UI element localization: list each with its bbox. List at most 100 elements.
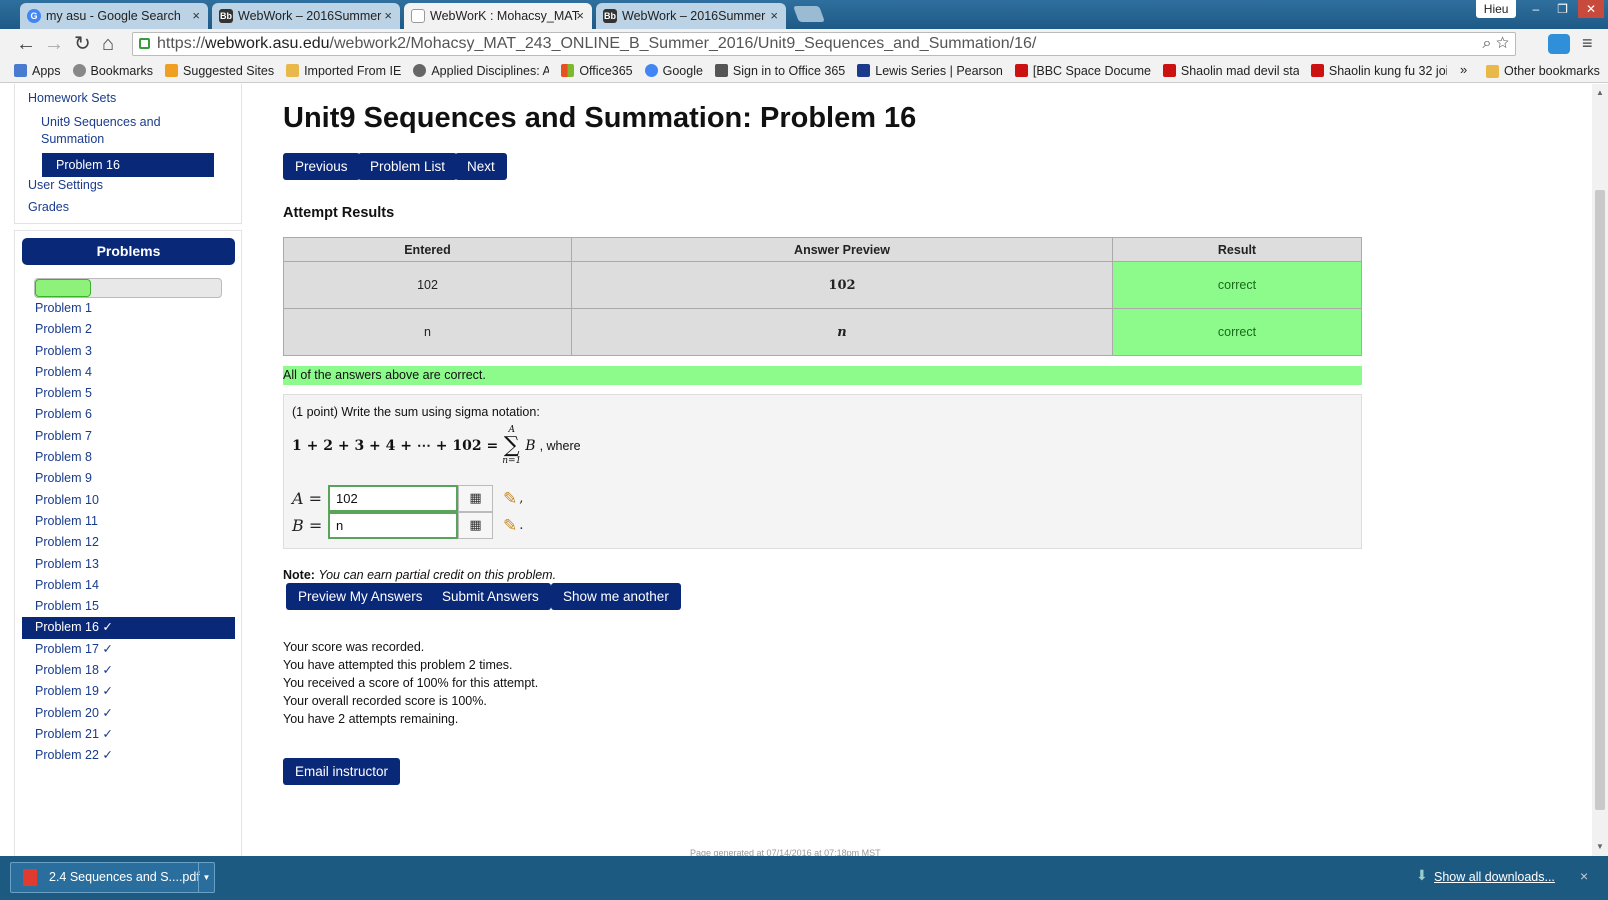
sidebar-item-problem[interactable]: Problem 19 ✓ xyxy=(22,681,235,702)
browser-tab-webwork-active[interactable]: WebWorK : Mohacsy_MAT × xyxy=(404,3,592,29)
sidebar-item-problem[interactable]: Problem 17 ✓ xyxy=(22,639,235,660)
submit-answers-button[interactable]: Submit Answers xyxy=(430,583,551,610)
status-line: Your score was recorded. xyxy=(283,640,425,654)
browser-tab-webwork-1[interactable]: Bb WebWork – 2016Summer × xyxy=(212,3,400,29)
bookmark-imported-from-ie[interactable]: Imported From IE xyxy=(286,64,401,78)
bookmarks-overflow-chevron-icon[interactable]: » xyxy=(1460,62,1467,77)
bookmark-star-icon[interactable]: ☆ xyxy=(1496,35,1509,52)
problem-list-button[interactable]: Problem List xyxy=(358,153,458,180)
preview-cell: 102 xyxy=(571,261,1113,309)
progress-bar xyxy=(34,278,222,298)
sidebar-item-problem[interactable]: Problem 18 ✓ xyxy=(22,660,235,681)
sidebar-item-problem[interactable]: Problem 12 xyxy=(22,532,235,553)
sidebar-item-problem[interactable]: Problem 20 ✓ xyxy=(22,703,235,724)
scroll-down-icon[interactable]: ▼ xyxy=(1596,842,1604,851)
sidebar-item-problem[interactable]: Problem 11 xyxy=(22,511,235,532)
entered-cell: 102 xyxy=(283,261,572,309)
tab-title: WebWork – 2016Summer xyxy=(238,9,382,23)
homework-set-link[interactable]: Unit9 Sequences and Summation xyxy=(41,114,201,148)
bookmark-pearson[interactable]: Lewis Series | Pearson xyxy=(857,64,1003,78)
answer-label: B = xyxy=(292,516,323,535)
close-icon[interactable]: × xyxy=(1580,868,1588,884)
bookmark-apps[interactable]: Apps xyxy=(14,64,61,78)
sidebar-item-problem[interactable]: Problem 16 ✓ xyxy=(22,617,235,639)
bookmark-office365[interactable]: Office365 xyxy=(561,64,633,78)
restore-button[interactable]: ❐ xyxy=(1549,0,1576,18)
column-header: Entered xyxy=(283,237,572,262)
sidebar-item-problem[interactable]: Problem 9 xyxy=(22,468,235,489)
page-scrollbar[interactable]: ▲ ▼ xyxy=(1592,84,1608,856)
sidebar-item-problem[interactable]: Problem 8 xyxy=(22,447,235,468)
sidebar-item-problem[interactable]: Problem 15 xyxy=(22,596,235,617)
bookmark-shaolin-kung-fu[interactable]: Shaolin kung fu 32 joi xyxy=(1310,64,1447,78)
scrollbar-thumb[interactable] xyxy=(1595,190,1605,810)
tab-close-icon[interactable]: × xyxy=(192,3,200,29)
status-line: You have attempted this problem 2 times. xyxy=(283,658,513,672)
sigma-body: B xyxy=(525,438,536,454)
sidebar-item-problem[interactable]: Problem 2 xyxy=(22,319,235,340)
tab-close-icon[interactable]: × xyxy=(384,3,392,29)
sidebar-item-problem[interactable]: Problem 3 xyxy=(22,341,235,362)
status-line: Your overall recorded score is 100%. xyxy=(283,694,487,708)
close-window-button[interactable]: ✕ xyxy=(1577,0,1604,18)
grades-link[interactable]: Grades xyxy=(28,200,69,214)
download-item[interactable]: 2.4 Sequences and S....pdf ▼ xyxy=(10,862,215,893)
profile-button[interactable]: Hieu xyxy=(1475,0,1517,18)
browser-tab-webwork-2[interactable]: Bb WebWork – 2016Summer × xyxy=(596,3,786,29)
answer-b-input[interactable] xyxy=(328,512,458,539)
sidebar-item-problem[interactable]: Problem 21 ✓ xyxy=(22,724,235,745)
minimize-button[interactable]: – xyxy=(1524,0,1547,18)
back-icon[interactable]: ← xyxy=(16,33,36,55)
show-another-button[interactable]: Show me another xyxy=(551,583,681,610)
sidebar-item-problem[interactable]: Problem 7 xyxy=(22,426,235,447)
reload-icon[interactable]: ↻ xyxy=(74,33,91,55)
email-instructor-button[interactable]: Email instructor xyxy=(283,758,401,785)
current-problem-link[interactable]: Problem 16 xyxy=(42,153,214,177)
menu-icon[interactable]: ≡ xyxy=(1582,33,1593,54)
document-icon xyxy=(411,9,425,23)
other-bookmarks[interactable]: Other bookmarks xyxy=(1486,64,1600,78)
new-tab-button[interactable] xyxy=(793,6,825,22)
home-icon[interactable]: ⌂ xyxy=(102,33,114,55)
answer-a-input[interactable] xyxy=(328,485,458,512)
sidebar-item-problem[interactable]: Problem 5 xyxy=(22,383,235,404)
equation-editor-grid-icon[interactable]: ▦ xyxy=(458,512,493,539)
tab-close-icon[interactable]: × xyxy=(770,3,778,29)
bookmark-office-signin[interactable]: Sign in to Office 365 xyxy=(714,64,845,78)
url-scheme: https:// xyxy=(157,35,206,52)
cloud-extension-icon[interactable] xyxy=(1548,34,1570,54)
sidebar-item-problem[interactable]: Problem 13 xyxy=(22,554,235,575)
sidebar-item-problem[interactable]: Problem 1 xyxy=(22,298,235,319)
bookmark-applied-disciplines[interactable]: Applied Disciplines: A xyxy=(413,64,549,78)
pencil-icon[interactable]: ✎ xyxy=(503,489,517,509)
tab-close-icon[interactable]: × xyxy=(576,3,584,29)
scroll-up-icon[interactable]: ▲ xyxy=(1596,88,1604,97)
youtube-icon xyxy=(1310,64,1324,77)
zoom-icon[interactable]: ⌕ xyxy=(1483,35,1492,52)
google-icon: G xyxy=(27,9,41,23)
address-bar[interactable]: https://webwork.asu.edu/webwork2/Mohacsy… xyxy=(132,32,1516,56)
bookmark-suggested-sites[interactable]: Suggested Sites xyxy=(165,64,274,78)
homework-sets-link[interactable]: Homework Sets xyxy=(28,91,116,105)
chevron-down-icon[interactable]: ▼ xyxy=(198,863,214,892)
equation-editor-grid-icon[interactable]: ▦ xyxy=(458,485,493,512)
bookmark-shaolin-mad-devil[interactable]: Shaolin mad devil sta xyxy=(1162,64,1299,78)
result-cell: correct xyxy=(1112,308,1362,356)
sidebar-item-problem[interactable]: Problem 6 xyxy=(22,404,235,425)
pencil-icon[interactable]: ✎ xyxy=(503,516,517,536)
download-arrow-icon: ⬇ xyxy=(1416,867,1428,883)
next-button[interactable]: Next xyxy=(455,153,507,180)
preview-answers-button[interactable]: Preview My Answers xyxy=(286,583,435,610)
bookmark-bookmarks[interactable]: Bookmarks xyxy=(72,64,153,78)
sidebar-item-problem[interactable]: Problem 22 ✓ xyxy=(22,745,235,766)
previous-button[interactable]: Previous xyxy=(283,153,360,180)
bookmark-google[interactable]: Google xyxy=(644,64,703,78)
user-settings-link[interactable]: User Settings xyxy=(28,178,103,192)
show-all-downloads-link[interactable]: Show all downloads... xyxy=(1434,870,1555,884)
browser-tab-google[interactable]: G my asu - Google Search × xyxy=(20,3,208,29)
bookmark-bbc-space[interactable]: [BBC Space Documen xyxy=(1014,64,1151,78)
sidebar-item-problem[interactable]: Problem 10 xyxy=(22,490,235,511)
forward-icon[interactable]: → xyxy=(44,33,64,55)
sidebar-item-problem[interactable]: Problem 4 xyxy=(22,362,235,383)
sidebar-item-problem[interactable]: Problem 14 xyxy=(22,575,235,596)
